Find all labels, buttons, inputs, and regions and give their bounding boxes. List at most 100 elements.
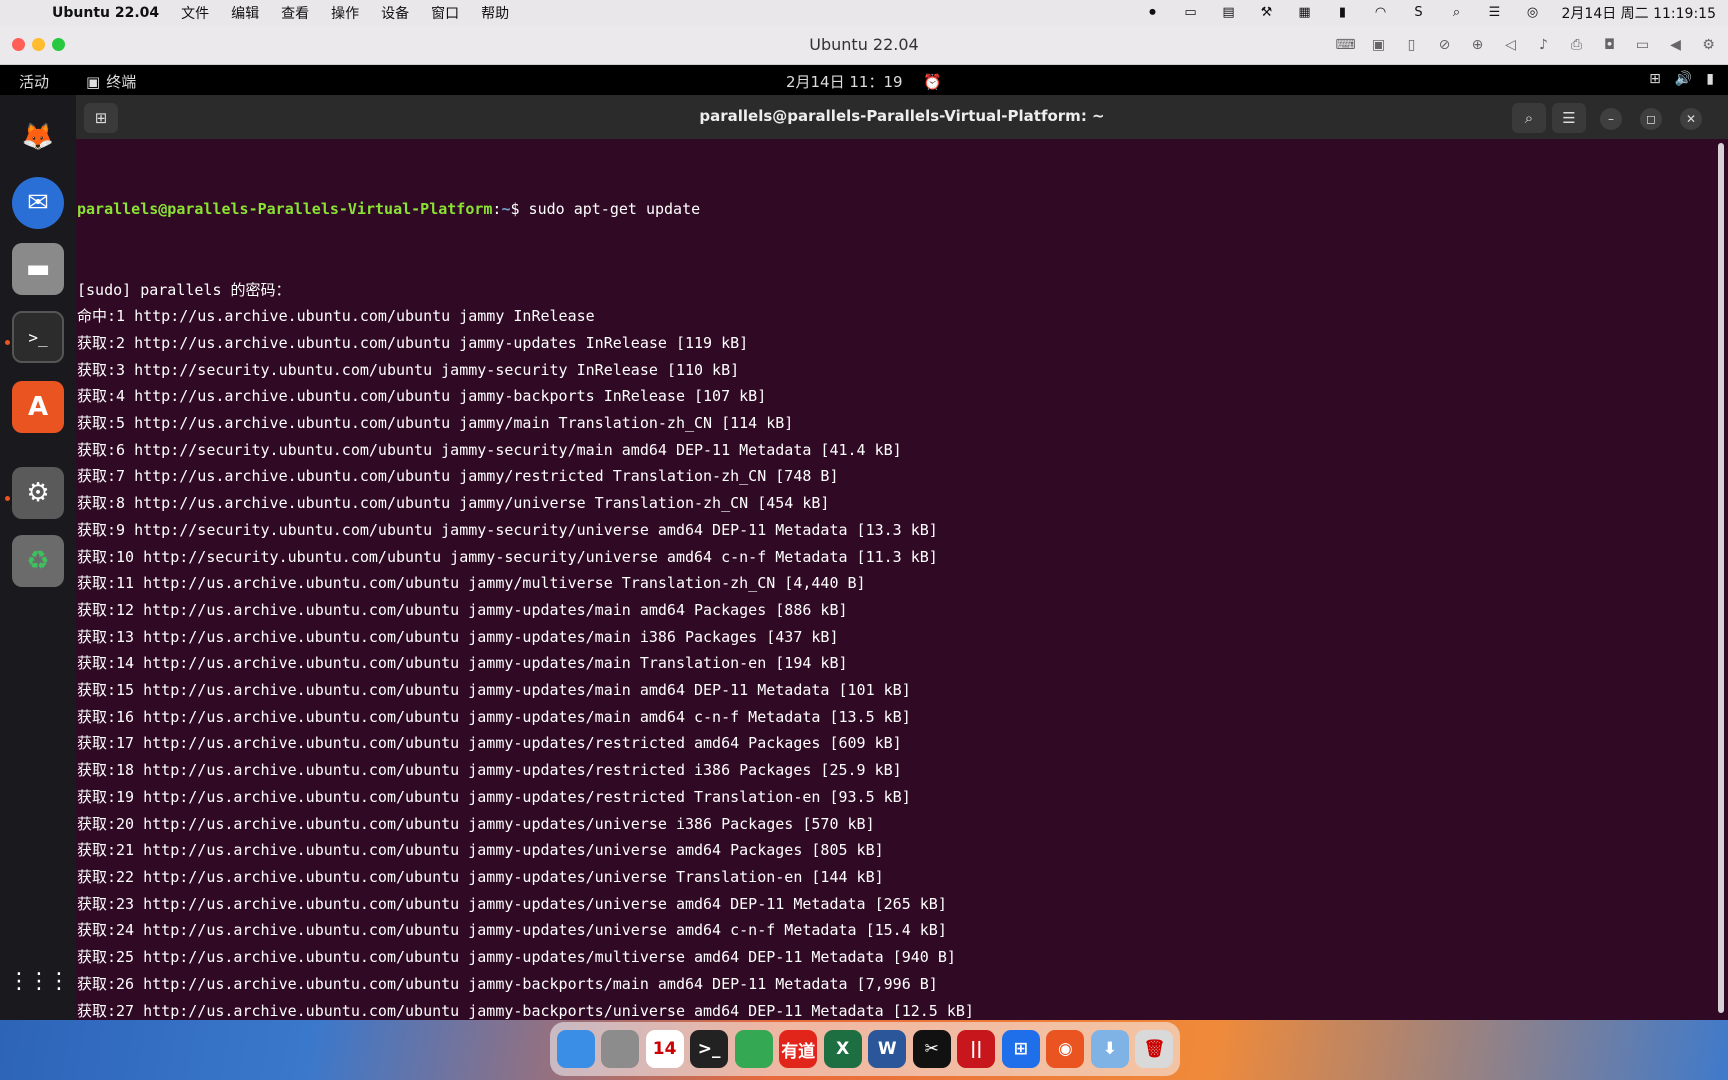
terminal-line: 获取:14 http://us.archive.ubuntu.com/ubunt…	[77, 654, 848, 673]
show-apps-icon: ⋮⋮⋮	[8, 968, 70, 994]
dock-settings[interactable]: ⚙	[12, 467, 64, 519]
system-tray[interactable]: ⊞ 🔊 ▮	[1649, 71, 1714, 87]
terminal-line: 获取:6 http://security.ubuntu.com/ubuntu j…	[77, 440, 902, 459]
dock-trash-icon[interactable]: 🗑	[1135, 1030, 1174, 1068]
terminal-line: 获取:12 http://us.archive.ubuntu.com/ubunt…	[77, 600, 848, 619]
youdao-icon: 有道	[781, 1041, 816, 1062]
dock-ubuntu-icon[interactable]: ◉	[1046, 1030, 1085, 1068]
camera-off-icon[interactable]: ⊘	[1435, 35, 1454, 54]
terminal-line: 获取:13 http://us.archive.ubuntu.com/ubunt…	[77, 627, 839, 646]
wifi-icon[interactable]: ◠	[1372, 5, 1390, 20]
dock-show-apps[interactable]: ⋮⋮⋮	[8, 955, 70, 1007]
terminal-output[interactable]: parallels@parallels-Parallels-Virtual-Pl…	[77, 143, 1717, 1046]
minimize-icon: –	[1608, 112, 1614, 126]
search-icon: ⌕	[1524, 109, 1534, 127]
terminal-line: 命中:1 http://us.archive.ubuntu.com/ubuntu…	[77, 307, 595, 326]
close-button[interactable]: ✕	[1680, 108, 1702, 130]
menu-view[interactable]: 查看	[281, 3, 309, 23]
dock-youdao-icon[interactable]: 有道	[779, 1030, 818, 1068]
cpu-icon[interactable]: ▣	[1369, 35, 1388, 54]
menu-devices[interactable]: 设备	[381, 3, 409, 23]
parallels-icon: ||	[970, 1039, 983, 1059]
menu-app-name[interactable]: Ubuntu 22.04	[52, 5, 159, 21]
ubuntu-clock-text: 2月14日 11：19	[785, 73, 903, 91]
menu-edit[interactable]: 编辑	[231, 3, 259, 23]
terminal-line: 获取:11 http://us.archive.ubuntu.com/ubunt…	[77, 574, 866, 593]
printer-icon[interactable]: ⎙	[1567, 35, 1586, 54]
speaker-icon[interactable]: ◁	[1501, 35, 1520, 54]
maximize-icon: ◻	[1646, 112, 1656, 126]
menubar-datetime[interactable]: 2月14日 周二 11:19:15	[1562, 3, 1717, 23]
menu-help[interactable]: 帮助	[481, 3, 509, 23]
terminal-line: 获取:17 http://us.archive.ubuntu.com/ubunt…	[77, 734, 902, 753]
record-icon[interactable]: ⏺	[1144, 5, 1162, 20]
windows-icon: ⊞	[1013, 1039, 1028, 1059]
tools-icon[interactable]: ⚒	[1258, 5, 1276, 20]
terminal-line: 获取:10 http://security.ubuntu.com/ubuntu …	[77, 547, 938, 566]
command-text: sudo apt-get update	[519, 200, 701, 219]
trash-icon: ♻	[26, 546, 50, 576]
maximize-button[interactable]: ◻	[1640, 108, 1662, 130]
hamburger-menu-icon: ☰	[1562, 109, 1576, 127]
dock-thunderbird[interactable]: ✉	[12, 177, 64, 229]
menu-button[interactable]: ☰	[1552, 103, 1586, 133]
terminal-line: 获取:3 http://security.ubuntu.com/ubuntu j…	[77, 360, 740, 379]
gear-icon[interactable]: ⚙	[1699, 35, 1718, 54]
input-method-icon[interactable]: S	[1410, 5, 1428, 20]
terminal-icon: >_	[697, 1039, 721, 1059]
network-icon[interactable]: ⊕	[1468, 35, 1487, 54]
terminal-line: 获取:26 http://us.archive.ubuntu.com/ubunt…	[77, 974, 938, 993]
dock-excel-icon[interactable]: X	[823, 1030, 862, 1068]
firefox-icon: 🦊	[21, 122, 55, 152]
mac-menubar: Ubuntu 22.04 文件 编辑 查看 操作 设备 窗口 帮助 ⏺ ▭ ▤ …	[0, 0, 1728, 25]
terminal-window[interactable]: ⊞ parallels@parallels-Parallels-Virtual-…	[76, 95, 1728, 1046]
ubuntu-dock: 🦊 ✉ ▬ >_ A ⚙ ♻ ⋮⋮⋮	[0, 95, 76, 1020]
dock-terminal[interactable]: >_	[12, 311, 64, 363]
dock-downloads-icon[interactable]: ⬇	[1090, 1030, 1129, 1068]
power-icon: ▮	[1706, 71, 1714, 87]
display-icon[interactable]: ▭	[1182, 5, 1200, 20]
terminal-line: 获取:23 http://us.archive.ubuntu.com/ubunt…	[77, 894, 947, 913]
dock-word-icon[interactable]: W	[868, 1030, 907, 1068]
battery-icon[interactable]: ▮	[1334, 5, 1352, 20]
disk-icon[interactable]: ▤	[1220, 5, 1238, 20]
dock-windows-icon[interactable]: ⊞	[1001, 1030, 1040, 1068]
trash-icon: 🗑	[1143, 1039, 1166, 1059]
minimize-button[interactable]: –	[1600, 108, 1622, 130]
vm-window-titlebar: Ubuntu 22.04 ⌨ ▣ ▯ ⊘ ⊕ ◁ ♪ ⎙ ◘ ▭ ◀ ⚙	[0, 25, 1728, 65]
terminal-line: [sudo] parallels 的密码：	[77, 280, 291, 299]
menu-actions[interactable]: 操作	[331, 3, 359, 23]
siri-icon[interactable]: ◎	[1524, 5, 1542, 20]
search-button[interactable]: ⌕	[1512, 103, 1546, 133]
dock-parallels-icon[interactable]: ||	[957, 1030, 996, 1068]
calendar-icon: 14	[652, 1039, 677, 1059]
menu-file[interactable]: 文件	[181, 3, 209, 23]
dock-finder-icon[interactable]	[556, 1030, 595, 1068]
dock-files[interactable]: ▬	[12, 243, 64, 295]
dock-app-center[interactable]: A	[12, 381, 64, 433]
keyboard-icon[interactable]: ⌨	[1335, 35, 1355, 54]
terminal-scrollbar[interactable]	[1718, 143, 1724, 1013]
menu-window[interactable]: 窗口	[431, 3, 459, 23]
dock-trash[interactable]: ♻	[12, 535, 64, 587]
dock-launchpad-icon[interactable]	[601, 1030, 640, 1068]
dock-calendar-icon[interactable]: 14	[645, 1030, 684, 1068]
terminal-title: parallels@parallels-Parallels-Virtual-Pl…	[699, 107, 1105, 125]
microphone-icon[interactable]: ♪	[1534, 35, 1553, 54]
capcut-icon: ✂	[924, 1039, 939, 1059]
shared-folder-icon[interactable]: ▭	[1633, 35, 1652, 54]
dock-terminal-icon[interactable]: >_	[690, 1030, 729, 1068]
usb-icon[interactable]: ▯	[1402, 35, 1421, 54]
parallels-status-icon[interactable]: ▦	[1296, 5, 1314, 20]
spotlight-search-icon[interactable]: ⌕	[1448, 5, 1466, 20]
dock-firefox[interactable]: 🦊	[12, 111, 64, 163]
back-icon[interactable]: ◀	[1666, 35, 1685, 54]
dock-chrome-icon[interactable]	[734, 1030, 773, 1068]
dock-capcut-icon[interactable]: ✂	[912, 1030, 951, 1068]
terminal-prompt-line: parallels@parallels-Parallels-Virtual-Pl…	[77, 200, 701, 219]
terminal-line: 获取:7 http://us.archive.ubuntu.com/ubuntu…	[77, 467, 839, 486]
word-icon: W	[877, 1039, 897, 1059]
ubuntu-clock[interactable]: 2月14日 11：19 ⏰	[0, 71, 1728, 92]
control-center-icon[interactable]: ☰	[1486, 5, 1504, 20]
camera-icon[interactable]: ◘	[1600, 35, 1619, 54]
